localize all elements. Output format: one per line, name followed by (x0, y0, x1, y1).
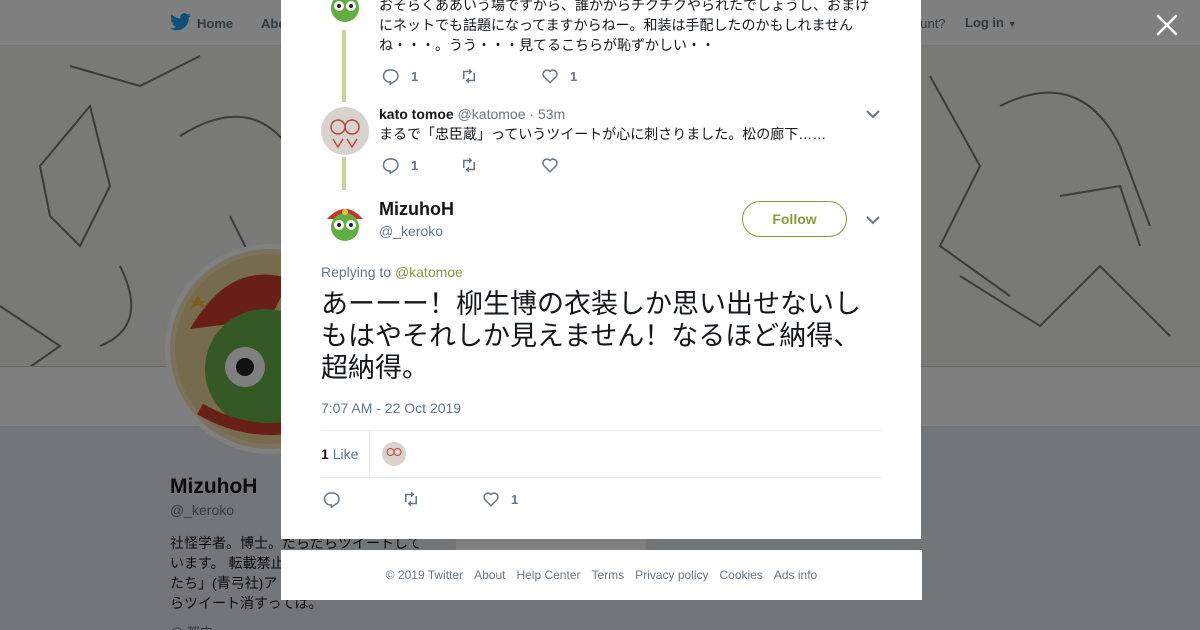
likes-stat-count: 1 (321, 446, 329, 462)
footer-copyright: © 2019 Twitter (385, 568, 464, 582)
tweet-text: おそらくああいう場ですから、誰かからチクチクやられたでしょうし、おまけにネットで… (379, 0, 869, 53)
reply-icon (382, 158, 399, 174)
divider (369, 431, 370, 477)
close-icon[interactable] (1154, 12, 1180, 38)
divider (321, 477, 881, 478)
heart-icon (483, 492, 499, 507)
replying-to-link[interactable]: @katomoe (395, 264, 463, 280)
avatar[interactable] (321, 107, 369, 155)
retweet-action[interactable] (460, 67, 478, 85)
sketch-avatar-image (382, 442, 406, 466)
reply-action[interactable] (323, 490, 341, 508)
author-handle[interactable]: @katomoe (458, 106, 526, 122)
tweet-modal: おそらくああいう場ですから、誰かからチクチクやられたでしょうし、おまけにネットで… (281, 0, 921, 539)
reply-count: 1 (411, 68, 419, 84)
like-action[interactable] (541, 156, 559, 174)
chevron-down-icon[interactable] (866, 215, 880, 225)
chevron-down-icon[interactable] (866, 109, 880, 119)
retweet-icon (405, 491, 417, 507)
tweet-text: まるで「忠臣蔵」っていうツイートが心に刺さりました。松の廊下…… (379, 126, 827, 142)
frog-avatar-image (321, 0, 369, 26)
like-action[interactable]: 1 (541, 67, 577, 85)
footer-ads-link[interactable]: Ads info (774, 568, 817, 582)
like-count: 1 (570, 68, 578, 84)
avatar[interactable] (321, 197, 369, 245)
main-author-name[interactable]: MizuhoH (379, 199, 454, 220)
retweet-action[interactable] (402, 490, 420, 508)
reply-icon (323, 492, 340, 508)
footer-cookies-link[interactable]: Cookies (720, 568, 763, 582)
like-count: 1 (511, 491, 519, 507)
footer-privacy-link[interactable]: Privacy policy (635, 568, 708, 582)
divider (321, 430, 881, 431)
heart-icon (542, 158, 558, 173)
follow-button[interactable]: Follow (742, 201, 847, 237)
reply-action[interactable]: 1 (382, 156, 418, 174)
likes-stat[interactable]: 1 Like (321, 446, 358, 462)
tweet-time[interactable]: · 53m (529, 106, 565, 122)
reply-action[interactable]: 1 (382, 67, 418, 85)
frog-avatar-image (321, 197, 369, 245)
retweet-action[interactable] (460, 156, 478, 174)
heart-icon (542, 69, 558, 84)
footer-about-link[interactable]: About (474, 568, 505, 582)
main-author-handle[interactable]: @_keroko (379, 223, 443, 239)
likes-stat-label: Like (332, 446, 359, 462)
retweet-icon (463, 68, 475, 84)
footer-help-link[interactable]: Help Center (516, 568, 580, 582)
footer-terms-link[interactable]: Terms (591, 568, 624, 582)
thread-connector-line (342, 157, 346, 190)
sketch-avatar-image (321, 107, 369, 155)
main-tweet-text: あーーー！柳生博の衣装しか思い出せないしもはやそれしか見えません！なるほど納得、… (321, 289, 861, 384)
reply-count: 1 (411, 157, 419, 173)
avatar[interactable] (321, 0, 369, 26)
retweet-icon (463, 157, 475, 173)
reply-icon (382, 69, 399, 85)
footer-links: © 2019 Twitter About Help Center Terms P… (281, 550, 922, 600)
author-name[interactable]: kato tomoe (379, 106, 454, 122)
like-action[interactable]: 1 (482, 490, 518, 508)
liker-avatar[interactable] (382, 442, 406, 466)
replying-to-line: Replying to @katomoe (321, 264, 463, 280)
tweet-header: kato tomoe @katomoe · 53m (379, 104, 565, 124)
main-tweet-timestamp[interactable]: 7:07 AM - 22 Oct 2019 (321, 400, 461, 416)
replying-to-prefix: Replying to (321, 264, 392, 280)
thread-connector-line (342, 30, 346, 102)
